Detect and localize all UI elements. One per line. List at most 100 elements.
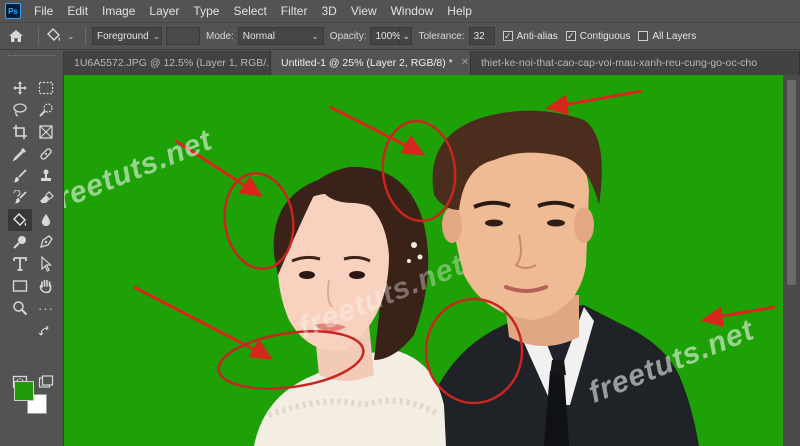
photoshop-logo[interactable]: Ps [5,3,21,19]
contiguous-checkbox[interactable]: ✓ Contiguous [565,30,631,42]
home-button[interactable] [0,23,32,49]
fill-source-dropdown[interactable]: Foreground ⌄ [92,27,162,45]
magnifier-dodge-icon [13,236,26,249]
chevron-down-icon: ⌄ [152,30,161,41]
healing-brush-tool[interactable] [34,143,58,165]
lasso-icon [13,103,27,117]
crop-icon [13,125,27,139]
tab-1u6a5572[interactable]: 1U6A5572.JPG @ 12.5% (Layer 1, RGB/... [64,51,271,75]
menu-image[interactable]: Image [95,0,142,22]
marquee-tool[interactable] [34,77,58,99]
mode-dropdown[interactable]: Normal ⌄ [237,27,324,45]
path-selection-tool[interactable] [34,253,58,275]
document-tabs: 1U6A5572.JPG @ 12.5% (Layer 1, RGB/... U… [64,51,800,75]
menu-file[interactable]: File [27,0,60,22]
edit-toolbar-button[interactable]: ··· [34,297,58,319]
hand-tool[interactable] [34,275,58,297]
document-canvas[interactable]: freetuts.net freetuts.net freetuts.net [64,75,783,446]
quick-selection-icon [39,103,53,117]
all-layers-label: All Layers [652,30,697,42]
tab-label: Untitled-1 @ 25% (Layer 2, RGB/8) * [281,57,453,69]
chevron-down-icon: ⌄ [67,30,75,41]
tools-panel: ··· [0,51,64,446]
crop-tool[interactable] [8,121,32,143]
tab-label: 1U6A5572.JPG @ 12.5% (Layer 1, RGB/... [74,57,271,69]
contiguous-label: Contiguous [579,30,631,42]
more-dots-icon: ··· [38,300,54,316]
tab-thiet-ke-noi-that[interactable]: thiet-ke-noi-that-cao-cap-voi-mau-xanh-r… [471,51,800,75]
checkmark-icon: ✓ [502,31,513,41]
eyedropper-icon [12,148,26,162]
brush-icon [13,169,27,183]
menu-layer[interactable]: Layer [142,0,186,22]
stamp-icon [41,169,51,181]
options-bar: ⌄ Foreground ⌄ Mode: Normal ⌄ Opacity: 1… [0,22,800,50]
mode-value: Normal [242,30,276,42]
menu-filter[interactable]: Filter [274,0,315,22]
zoom-icon [13,301,28,316]
zoom-tool[interactable] [8,297,32,319]
vertical-scrollbar[interactable] [783,75,800,446]
quick-selection-tool[interactable] [34,99,58,121]
clone-stamp-tool[interactable] [34,165,58,187]
pattern-picker[interactable] [166,27,200,45]
lasso-tool[interactable] [8,99,32,121]
swap-arrows-icon [39,326,49,336]
menu-edit[interactable]: Edit [60,0,95,22]
menu-type[interactable]: Type [186,0,226,22]
empty-checkbox-icon [638,31,649,41]
move-tool[interactable] [8,77,32,99]
paint-bucket-tool[interactable] [8,209,32,231]
hand-icon [39,279,52,294]
move-icon [13,81,27,95]
all-layers-checkbox[interactable]: All Layers [638,31,696,42]
tool-preset-picker[interactable]: ⌄ [45,25,79,47]
mode-label: Mode: [206,30,234,42]
separator [38,27,39,45]
rectangle-tool[interactable] [8,275,32,297]
rectangle-marquee-icon [38,81,54,95]
eraser-tool[interactable] [34,187,58,209]
screen-mode-button[interactable] [34,371,58,393]
frame-tool[interactable] [34,121,58,143]
chevron-down-icon: ⌄ [402,30,411,41]
tab-label: thiet-ke-noi-that-cao-cap-voi-mau-xanh-r… [481,57,758,69]
paint-bucket-icon [13,213,27,226]
menu-window[interactable]: Window [384,0,441,22]
water-drop-icon [41,214,51,226]
arrow-cursor-icon [41,256,53,272]
brush-tool[interactable] [8,165,32,187]
foreground-color-swatch[interactable] [14,381,34,401]
menu-view[interactable]: View [344,0,384,22]
panel-grip[interactable] [8,55,56,61]
menu-help[interactable]: Help [440,0,479,22]
tolerance-label: Tolerance: [418,30,465,42]
tolerance-input[interactable]: 32 [468,27,495,45]
fill-source-value: Foreground [97,30,149,42]
close-icon[interactable]: ✕ [461,51,469,75]
history-brush-tool[interactable] [8,187,32,209]
menu-select[interactable]: Select [226,0,273,22]
bandage-icon [40,148,52,160]
chevron-down-icon: ⌄ [311,30,319,41]
anti-alias-checkbox[interactable]: ✓ Anti-alias [502,31,558,42]
paint-bucket-icon [47,28,61,41]
screen-mode-icon [38,375,54,388]
blur-tool[interactable] [34,209,58,231]
scrollbar-thumb[interactable] [787,80,796,285]
eyedropper-tool[interactable] [8,143,32,165]
type-tool[interactable] [8,253,32,275]
home-icon [9,30,23,42]
tab-untitled-1[interactable]: Untitled-1 @ 25% (Layer 2, RGB/8) * ✕ [271,51,471,75]
menu-bar: Ps File Edit Image Layer Type Select Fil… [0,0,800,22]
type-icon [13,257,27,271]
swap-colors-button[interactable] [38,325,52,339]
rectangle-icon [12,280,28,292]
separator [85,27,86,45]
dodge-tool[interactable] [8,231,32,253]
pen-tool[interactable] [34,231,58,253]
menu-3d[interactable]: 3D [314,0,343,22]
opacity-slider-toggle[interactable]: ⌄ [400,27,413,45]
checkmark-icon: ✓ [565,31,576,41]
opacity-input[interactable]: 100% [370,27,401,45]
